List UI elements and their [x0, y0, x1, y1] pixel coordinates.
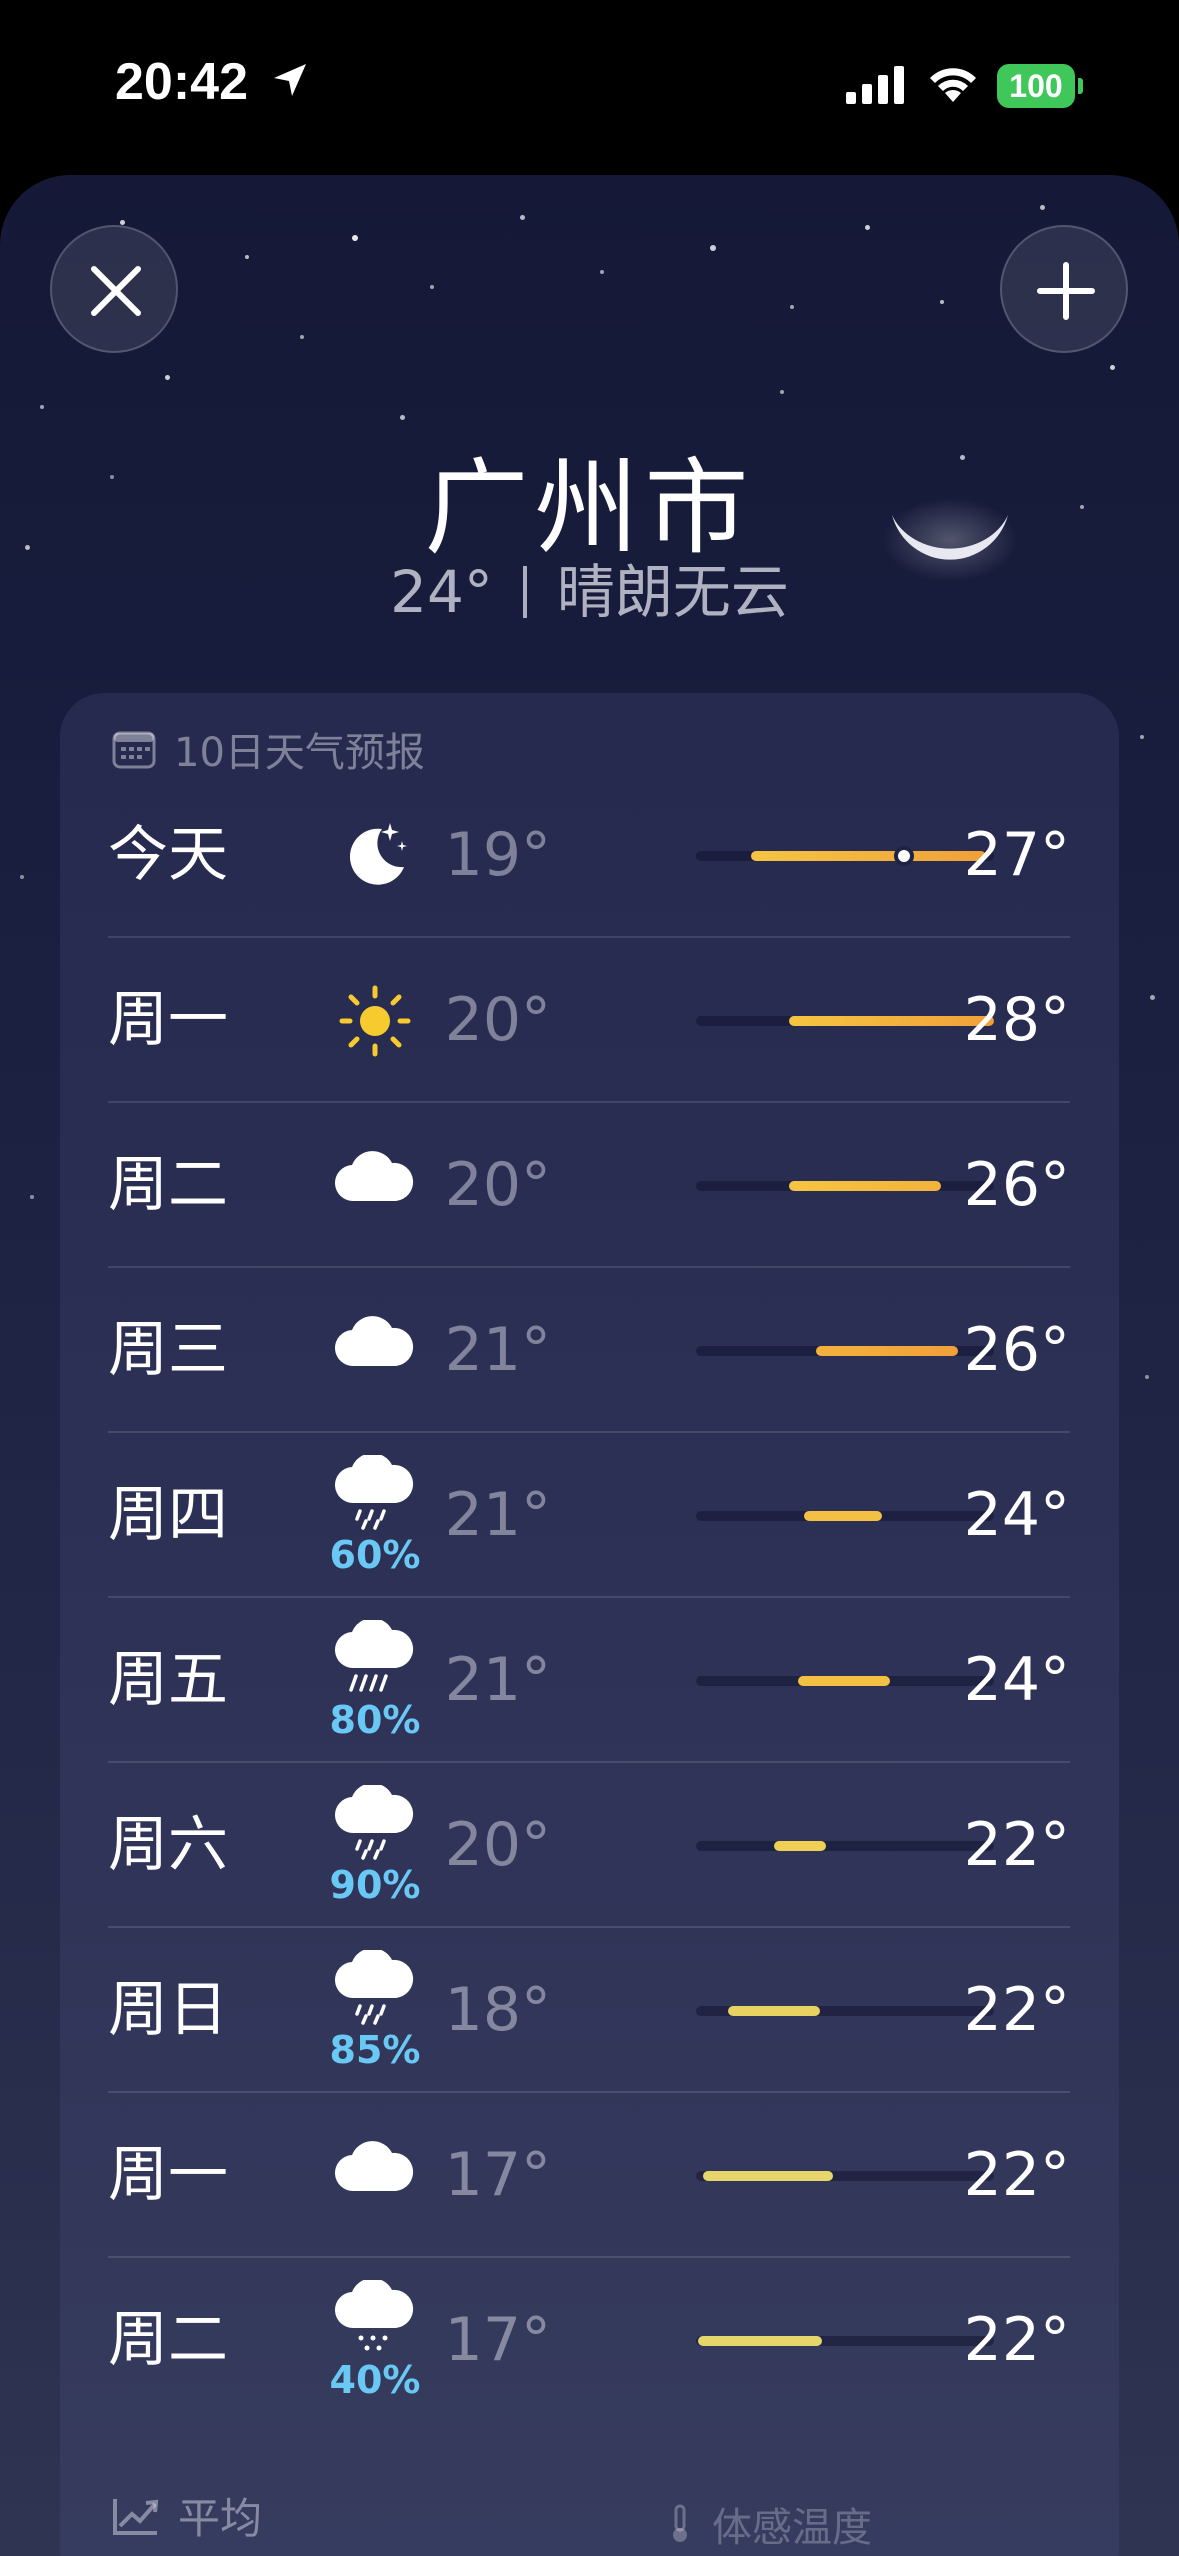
feels-like-label: 体感温度: [712, 2505, 872, 2551]
star: [1150, 995, 1155, 1000]
temp-range-fill: [703, 2171, 833, 2181]
star: [865, 225, 870, 230]
feels-like-label-row: 体感温度: [668, 2495, 872, 2553]
status-time: 20:42: [115, 53, 248, 111]
star: [1145, 1375, 1149, 1379]
forecast-day: 周三: [108, 1315, 228, 1385]
high-temp: 26°: [963, 1315, 1070, 1385]
star: [165, 375, 170, 380]
high-temp: 28°: [963, 985, 1070, 1055]
close-button[interactable]: [50, 225, 178, 353]
low-temp: 19°: [444, 820, 551, 890]
forecast-row[interactable]: 周一 17° 22°: [108, 2093, 1070, 2258]
battery-tip: [1078, 78, 1083, 94]
star: [1140, 735, 1144, 739]
ten-day-forecast-card[interactable]: 10日天气预报 今天 19° 27° 周一 20° 28° 周二 20° 26° 周三 21° 26°…: [60, 693, 1119, 2556]
forecast-day: 周二: [108, 1150, 228, 1220]
current-temp-marker: [894, 846, 914, 866]
forecast-day: 周一: [108, 985, 228, 1055]
star: [1110, 365, 1115, 370]
forecast-row[interactable]: 今天 19° 27°: [108, 773, 1070, 938]
trend-chart-icon: [113, 2498, 159, 2535]
low-temp: 17°: [444, 2140, 551, 2210]
forecast-row[interactable]: 周六 90% 20° 22°: [108, 1763, 1070, 1928]
star: [780, 390, 784, 394]
forecast-row[interactable]: 周二 20° 26°: [108, 1103, 1070, 1268]
forecast-row[interactable]: 周一 20° 28°: [108, 938, 1070, 1103]
forecast-day: 周一: [108, 2140, 228, 2210]
plus-icon: [1037, 262, 1095, 320]
forecast-title: 10日天气预报: [174, 730, 425, 776]
star: [940, 300, 944, 304]
forecast-header: 10日天气预报: [112, 721, 425, 777]
star: [430, 285, 434, 289]
current-summary: 24° 晴朗无云: [0, 545, 1179, 629]
high-temp: 22°: [963, 1975, 1070, 2045]
high-temp: 24°: [963, 1645, 1070, 1715]
location-arrow-icon: [270, 60, 310, 104]
forecast-day: 周二: [108, 2305, 228, 2375]
temp-range-fill: [698, 2336, 822, 2346]
temp-range-fill: [728, 2006, 820, 2016]
current-condition: 晴朗无云: [556, 558, 789, 626]
forecast-day: 周日: [108, 1975, 228, 2045]
close-icon: [91, 266, 141, 316]
separator: [522, 566, 527, 618]
high-temp: 22°: [963, 1810, 1070, 1880]
low-temp: 17°: [444, 2305, 551, 2375]
cellular-signal-icon: [846, 66, 906, 110]
star: [352, 235, 358, 241]
forecast-row[interactable]: 周四 60% 21° 24°: [108, 1433, 1070, 1598]
battery-icon: 100: [997, 64, 1075, 108]
temp-range-fill: [798, 1676, 890, 1686]
star: [400, 415, 405, 420]
star: [1040, 205, 1045, 210]
temp-range-fill: [774, 1841, 826, 1851]
forecast-day: 今天: [108, 820, 228, 890]
low-temp: 20°: [444, 985, 551, 1055]
forecast-day: 周四: [108, 1480, 228, 1550]
star: [40, 405, 44, 409]
low-temp: 21°: [444, 1645, 551, 1715]
star: [520, 215, 525, 220]
low-temp: 18°: [444, 1975, 551, 2045]
thermometer-icon: [673, 2504, 687, 2542]
star: [600, 270, 604, 274]
weather-sheet: 广州市 24° 晴朗无云 10日天气预报 今天 19° 27° 周一 20° 28° 周二 20…: [0, 175, 1179, 2556]
star: [300, 335, 304, 339]
forecast-day: 周六: [108, 1810, 228, 1880]
high-temp: 27°: [963, 820, 1070, 890]
low-temp: 20°: [444, 1810, 551, 1880]
temp-range-fill: [789, 1181, 941, 1191]
status-bar: 20:42 100: [0, 0, 1179, 175]
forecast-row[interactable]: 周日 85% 18° 22°: [108, 1928, 1070, 2093]
forecast-row[interactable]: 周三 21° 26°: [108, 1268, 1070, 1433]
star: [120, 220, 125, 225]
star: [790, 305, 794, 309]
star: [245, 255, 249, 259]
high-temp: 24°: [963, 1480, 1070, 1550]
temp-range-fill: [804, 1511, 882, 1521]
high-temp: 26°: [963, 1150, 1070, 1220]
low-temp: 21°: [444, 1315, 551, 1385]
star: [20, 875, 24, 879]
star: [30, 1195, 34, 1199]
high-temp: 22°: [963, 2140, 1070, 2210]
wifi-icon: [925, 62, 981, 110]
forecast-day: 周五: [108, 1645, 228, 1715]
forecast-row[interactable]: 周五 80% 21° 24°: [108, 1598, 1070, 1763]
forecast-row[interactable]: 周二 40% 17° 22°: [108, 2258, 1070, 2423]
current-temp: 24°: [390, 558, 493, 626]
average-label: 平均: [178, 2494, 263, 2543]
low-temp: 20°: [444, 1150, 551, 1220]
calendar-icon: [112, 731, 156, 769]
high-temp: 22°: [963, 2305, 1070, 2375]
low-temp: 21°: [444, 1480, 551, 1550]
temp-range-fill: [816, 1346, 958, 1356]
average-label-row: 平均: [112, 2485, 262, 2546]
add-city-button[interactable]: [1000, 225, 1128, 353]
star: [710, 245, 716, 251]
